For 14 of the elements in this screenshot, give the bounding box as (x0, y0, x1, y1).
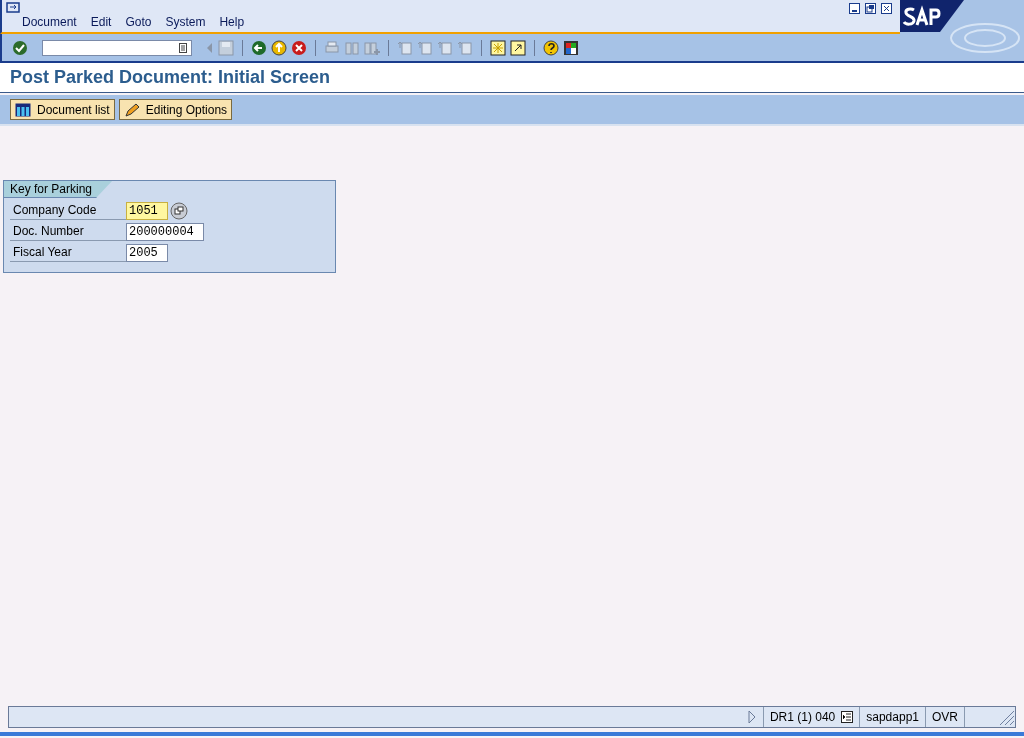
insert-mode: OVR (925, 707, 964, 727)
menu-item[interactable]: Help (219, 15, 245, 29)
group-title: Key for Parking (4, 181, 113, 198)
input-field[interactable]: 2005 (126, 243, 168, 262)
menu-item[interactable]: System (165, 15, 206, 29)
menu-item[interactable]: Goto (125, 15, 152, 29)
menu-item[interactable]: Edit (90, 15, 112, 29)
screen-title: Post Parked Document: Initial Screen (10, 67, 332, 88)
toolbar-button[interactable]: Document list (10, 99, 115, 120)
menu-item[interactable]: Document (22, 15, 77, 29)
toolbar-button[interactable]: Editing Options (118, 99, 233, 120)
server-name: sapdapp1 (859, 707, 925, 727)
input-field[interactable]: 200000004 (126, 222, 204, 241)
input-field[interactable]: 1051 (126, 201, 168, 220)
